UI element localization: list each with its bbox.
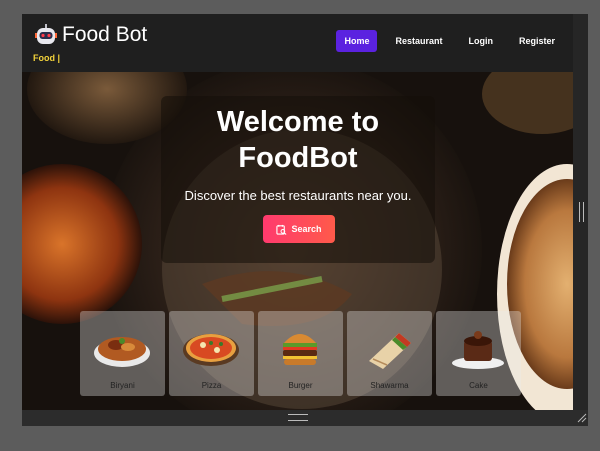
category-card-pizza[interactable]: Pizza <box>169 311 254 396</box>
brand-logo[interactable]: Food Bot <box>34 23 147 47</box>
category-row: Biryani Pizza Burger Shawarma Cake <box>80 311 525 396</box>
category-label: Biryani <box>110 381 135 390</box>
category-card-burger[interactable]: Burger <box>258 311 343 396</box>
category-card-shawarma[interactable]: Shawarma <box>347 311 432 396</box>
vertical-scrollbar[interactable] <box>573 14 588 410</box>
chocolate-cake-icon <box>452 331 504 369</box>
category-label: Pizza <box>201 381 222 390</box>
search-icon <box>276 224 287 235</box>
hero-subtitle: Discover the best restaurants near you. <box>184 188 412 203</box>
main-nav: Home Restaurant Login Register <box>336 30 573 52</box>
nav-login[interactable]: Login <box>460 30 501 52</box>
resize-corner-icon[interactable] <box>576 412 587 423</box>
pizza-icon <box>183 334 239 366</box>
hero-title-line1: Welcome to <box>216 106 380 138</box>
search-button-label: Search <box>291 224 322 234</box>
category-card-cake[interactable]: Cake <box>436 311 521 396</box>
category-label: Cake <box>469 381 488 390</box>
category-label: Burger <box>288 381 313 390</box>
shawarma-wrap-icon <box>369 333 411 369</box>
burger-icon <box>283 334 317 365</box>
tagline-typing: Food | <box>33 53 61 63</box>
nav-home[interactable]: Home <box>336 30 378 52</box>
horizontal-resize-grip-icon[interactable] <box>288 414 308 421</box>
hero-panel: Welcome to FoodBot Discover the best res… <box>161 96 435 263</box>
app-title: Food Bot <box>62 23 148 46</box>
biryani-bowl-icon <box>94 337 150 367</box>
category-card-biryani[interactable]: Biryani <box>80 311 165 396</box>
nav-register[interactable]: Register <box>511 30 563 52</box>
hero-title: Welcome to FoodBot <box>161 96 435 176</box>
navbar: Food Bot Food | Home Restaurant Login Re… <box>22 14 573 72</box>
page-viewport: Food Bot Food | Home Restaurant Login Re… <box>22 14 573 410</box>
category-label: Shawarma <box>370 381 409 390</box>
nav-restaurant[interactable]: Restaurant <box>387 30 450 52</box>
hero-title-line2: FoodBot <box>238 142 358 174</box>
robot-icon <box>35 24 57 44</box>
search-button[interactable]: Search <box>263 215 335 243</box>
scrollbar-grip-icon[interactable] <box>579 202 584 222</box>
